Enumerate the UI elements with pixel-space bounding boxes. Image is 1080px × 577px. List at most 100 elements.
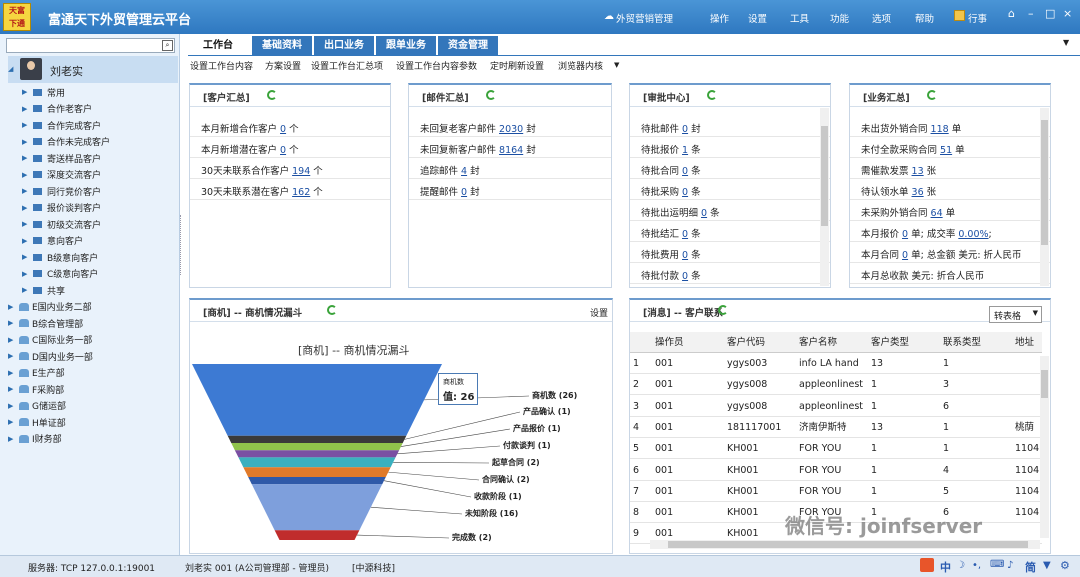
funnel-stage[interactable] xyxy=(274,530,360,540)
refresh-icon[interactable] xyxy=(718,305,728,315)
tree-item-department[interactable]: ▶ D国内业务一部 xyxy=(8,348,93,364)
column-header[interactable]: 联系类型 xyxy=(943,332,1013,353)
tree-item-department[interactable]: ▶ E生产部 xyxy=(8,365,65,381)
gear-icon[interactable]: ⚙ xyxy=(1060,559,1070,572)
column-header[interactable]: 操作员 xyxy=(655,332,725,353)
tab-basic-data[interactable]: 基础资料 xyxy=(252,36,312,55)
chevron-right-icon[interactable]: ▶ xyxy=(22,171,33,179)
tree-item-group[interactable]: ▶ 同行竞价客户 xyxy=(22,183,101,199)
funnel-stage[interactable] xyxy=(231,442,403,451)
summary-link[interactable]: 51 xyxy=(940,145,952,156)
toolbar-set-content[interactable]: 设置工作台内容 xyxy=(190,59,253,72)
keyboard-icon[interactable]: ⌨ xyxy=(990,559,1004,570)
summary-link[interactable]: 118 xyxy=(931,124,949,135)
vertical-scrollbar[interactable] xyxy=(1040,356,1049,538)
funnel-stage[interactable] xyxy=(227,435,407,443)
tree-item-group[interactable]: ▶ C级意向客户 xyxy=(22,266,98,282)
funnel-stage[interactable] xyxy=(243,467,391,478)
tree-item-department[interactable]: ▶ G储运部 xyxy=(8,398,66,414)
chevron-down-icon[interactable]: ◢ xyxy=(8,65,19,73)
scroll-thumb[interactable] xyxy=(668,541,1028,548)
tree-item-group[interactable]: ▶ 意向客户 xyxy=(22,233,83,249)
chevron-right-icon[interactable]: ▶ xyxy=(22,204,33,212)
tree-item-group[interactable]: ▶ 报价谈判客户 xyxy=(22,200,101,216)
menu-functions[interactable]: 功能 xyxy=(830,11,849,25)
cloud-menu[interactable]: 外贸营销管理 xyxy=(616,11,673,25)
chevron-right-icon[interactable]: ▶ xyxy=(22,270,33,278)
input-method-icon[interactable] xyxy=(920,558,934,572)
chevron-right-icon[interactable]: ▶ xyxy=(22,187,33,195)
tab-finance[interactable]: 资金管理 xyxy=(438,36,498,55)
maximize-icon[interactable]: □ xyxy=(1045,7,1055,20)
tree-item-group[interactable]: ▶ B级意向客户 xyxy=(22,249,98,265)
chevron-right-icon[interactable]: ▶ xyxy=(22,286,33,294)
user-node[interactable]: ◢ 刘老实 xyxy=(8,56,178,83)
tree-item-department[interactable]: ▶ B综合管理部 xyxy=(8,315,83,331)
chevron-right-icon[interactable]: ▶ xyxy=(8,435,19,443)
table-row[interactable]: 3 001 ygys008 appleonlinest 1 6 xyxy=(630,396,1042,417)
tree-item-department[interactable]: ▶ F采购部 xyxy=(8,381,64,397)
close-icon[interactable]: × xyxy=(1063,7,1072,20)
summary-link[interactable]: 64 xyxy=(931,208,943,219)
scroll-thumb[interactable] xyxy=(1041,120,1048,245)
column-header[interactable]: 客户代码 xyxy=(727,332,797,353)
chevron-down-icon[interactable]: ▼ xyxy=(614,61,619,69)
chevron-right-icon[interactable]: ▶ xyxy=(8,385,19,393)
chevron-right-icon[interactable]: ▶ xyxy=(22,253,33,261)
shirt-icon[interactable]: ▼ xyxy=(1043,560,1051,571)
toolbar-auto-refresh[interactable]: 定时刷新设置 xyxy=(490,59,544,72)
tree-item-group[interactable]: ▶ 合作完成客户 xyxy=(22,117,101,133)
toolbar-scheme[interactable]: 方案设置 xyxy=(265,59,301,72)
table-row[interactable]: 2 001 ygys008 appleonlinest 1 3 xyxy=(630,374,1042,396)
table-row[interactable]: 7 001 KH001 FOR YOU 1 5 1104 xyxy=(630,481,1042,502)
tab-menu-chevron-icon[interactable]: ▼ xyxy=(1063,38,1069,47)
funnel-stage[interactable] xyxy=(251,484,383,531)
chevron-right-icon[interactable]: ▶ xyxy=(22,121,33,129)
summary-link[interactable]: 36 xyxy=(912,187,924,198)
chevron-right-icon[interactable]: ▶ xyxy=(8,402,19,410)
moon-icon[interactable]: ☽ xyxy=(956,560,965,571)
lang-indicator[interactable]: 中 xyxy=(940,559,951,575)
chevron-right-icon[interactable]: ▶ xyxy=(22,138,33,146)
tree-item-group[interactable]: ▶ 寄送样品客户 xyxy=(22,150,101,166)
scroll-thumb[interactable] xyxy=(821,126,828,226)
vertical-scrollbar[interactable] xyxy=(1040,108,1049,286)
funnel-stage[interactable] xyxy=(192,364,442,436)
tree-item-department[interactable]: ▶ H单证部 xyxy=(8,414,66,430)
chevron-right-icon[interactable]: ▶ xyxy=(22,237,33,245)
refresh-icon[interactable] xyxy=(707,90,717,100)
chevron-right-icon[interactable]: ▶ xyxy=(22,88,33,96)
summary-link[interactable]: 8164 xyxy=(499,145,523,156)
summary-link[interactable]: 194 xyxy=(292,166,310,177)
menu-operate[interactable]: 操作 xyxy=(710,11,729,25)
chevron-right-icon[interactable]: ▶ xyxy=(8,418,19,426)
table-row[interactable]: 5 001 KH001 FOR YOU 1 1 1104 xyxy=(630,438,1042,460)
tree-item-department[interactable]: ▶ I财务部 xyxy=(8,431,62,447)
tab-tracking[interactable]: 跟单业务 xyxy=(376,36,436,55)
chevron-right-icon[interactable]: ▶ xyxy=(22,154,33,162)
vertical-scrollbar[interactable] xyxy=(820,108,829,286)
scroll-thumb[interactable] xyxy=(1041,370,1048,398)
menu-schedule[interactable]: 行事 xyxy=(968,11,987,25)
tree-item-group[interactable]: ▶ 初级交流客户 xyxy=(22,216,101,232)
funnel-stage[interactable] xyxy=(248,477,386,485)
toolbar-content-params[interactable]: 设置工作台内容参数 xyxy=(396,59,477,72)
menu-tools[interactable]: 工具 xyxy=(790,11,809,25)
search-icon[interactable]: ⌕ xyxy=(162,40,173,51)
table-row[interactable]: 1 001 ygys003 info LA hand 13 1 xyxy=(630,353,1042,374)
tab-export[interactable]: 出口业务 xyxy=(314,36,374,55)
column-header[interactable]: 客户类型 xyxy=(871,332,941,353)
mic-icon[interactable]: ♪ xyxy=(1007,560,1013,571)
chevron-right-icon[interactable]: ▶ xyxy=(8,303,19,311)
chevron-right-icon[interactable]: ▶ xyxy=(22,105,33,113)
column-header[interactable]: 客户名称 xyxy=(799,332,869,353)
funnel-stage[interactable] xyxy=(234,450,400,458)
toolbar-browser-core[interactable]: 浏览器内核 xyxy=(558,59,603,72)
refresh-icon[interactable] xyxy=(486,90,496,100)
table-row[interactable]: 4 001 181117001 济南伊斯特 13 1 桃荫 xyxy=(630,417,1042,438)
menu-options[interactable]: 选项 xyxy=(872,11,891,25)
chevron-right-icon[interactable]: ▶ xyxy=(8,352,19,360)
chevron-right-icon[interactable]: ▶ xyxy=(22,220,33,228)
tree-item-group[interactable]: ▶ 常用 xyxy=(22,84,65,100)
column-header[interactable]: 地址 xyxy=(1015,332,1045,353)
